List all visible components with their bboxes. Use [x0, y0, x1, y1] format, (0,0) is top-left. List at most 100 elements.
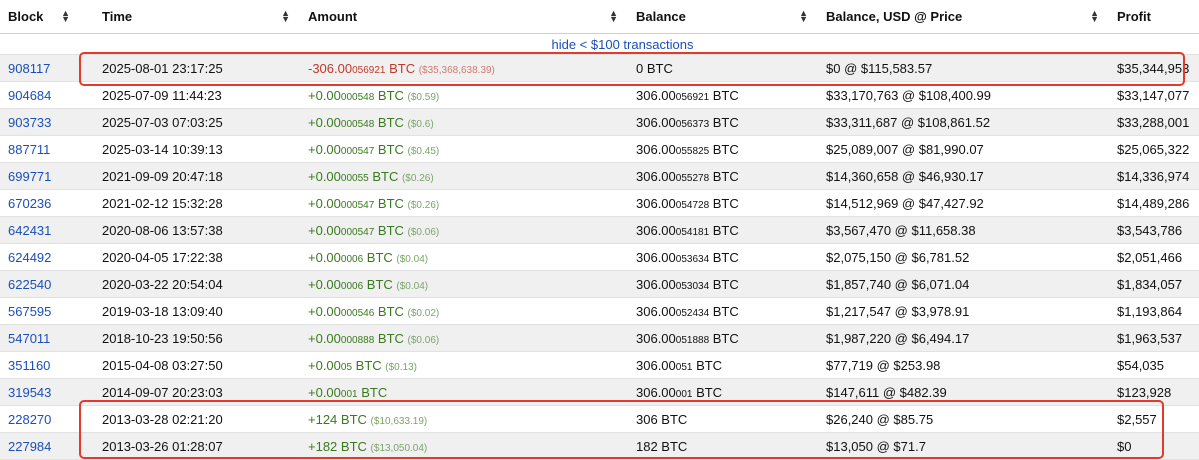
- header-time[interactable]: Time ▲ ▼: [80, 0, 300, 34]
- time-cell: 2014-09-07 20:23:03: [80, 378, 300, 406]
- header-time-label: Time: [102, 9, 133, 24]
- hide-small-transactions-link[interactable]: hide < $100 transactions: [551, 37, 693, 52]
- block-link[interactable]: 351160: [8, 358, 50, 373]
- profit-cell: $33,288,001: [1109, 108, 1199, 136]
- block-link[interactable]: 622540: [8, 277, 51, 292]
- balance-unit: BTC: [709, 195, 739, 211]
- balance-main: 306.00: [636, 249, 676, 265]
- amount-cell: +0.0000055 BTC ($0.26): [300, 162, 628, 190]
- amount-usd: ($0.13): [385, 361, 417, 373]
- block-link[interactable]: 699771: [8, 169, 51, 184]
- balance-usd-cell: $0 @ $115,583.57: [818, 54, 1109, 82]
- block-link[interactable]: 319543: [8, 385, 51, 400]
- profit-cell: $14,489,286: [1109, 189, 1199, 217]
- header-balance-usd-label: Balance, USD @ Price: [826, 9, 963, 24]
- header-profit[interactable]: Profit: [1109, 0, 1199, 34]
- amount-value: +0.0005 BTC: [308, 358, 382, 373]
- amount-value: -306.00056921 BTC: [308, 61, 415, 76]
- amount-value: +182 BTC: [308, 439, 367, 454]
- amount-cell: +0.00000546 BTC ($0.02): [300, 297, 628, 325]
- time-cell: 2025-08-01 23:17:25: [80, 54, 300, 82]
- balance-unit: BTC: [709, 87, 739, 103]
- balance-small: 053634: [675, 253, 710, 265]
- amount-main: -306.00: [308, 60, 353, 76]
- amount-value: +0.00000547 BTC: [308, 196, 404, 211]
- balance-usd-cell: $77,719 @ $253.98: [818, 351, 1109, 379]
- header-block[interactable]: Block ▲ ▼: [0, 0, 80, 34]
- header-balance-usd[interactable]: Balance, USD @ Price ▲ ▼: [818, 0, 1109, 34]
- time-cell: 2018-10-23 19:50:56: [80, 324, 300, 352]
- balance-main: 306 BTC: [636, 411, 688, 427]
- balance-main: 306.00: [636, 222, 676, 238]
- profit-cell: $0: [1109, 432, 1199, 460]
- sort-icon[interactable]: ▲ ▼: [281, 9, 290, 24]
- block-link[interactable]: 903733: [8, 115, 51, 130]
- amount-small: 0006: [340, 280, 364, 292]
- balance-usd-cell: $33,170,763 @ $108,400.99: [818, 81, 1109, 109]
- amount-value: +0.000006 BTC: [308, 277, 393, 292]
- block-link[interactable]: 624492: [8, 250, 51, 265]
- balance-cell: 0 BTC: [628, 54, 818, 82]
- amount-unit: BTC: [374, 114, 404, 130]
- sort-icon[interactable]: ▲ ▼: [799, 9, 808, 24]
- transactions-table: Block ▲ ▼ Time ▲ ▼ Amount ▲ ▼ Balance ▲ ▼ Ba…: [0, 0, 1199, 460]
- balance-main: 306.00: [636, 276, 676, 292]
- balance-cell: 306.00051888 BTC: [628, 324, 818, 352]
- amount-unit: BTC: [374, 87, 404, 103]
- balance-main: 306.00: [636, 384, 676, 400]
- block-link[interactable]: 908117: [8, 61, 50, 76]
- time-cell: 2021-09-09 20:47:18: [80, 162, 300, 190]
- block-link[interactable]: 642431: [8, 223, 51, 238]
- amount-unit: BTC: [374, 222, 404, 238]
- balance-cell: 306.00051 BTC: [628, 351, 818, 379]
- amount-cell: +0.000006 BTC ($0.04): [300, 243, 628, 271]
- time-cell: 2025-07-09 11:44:23: [80, 81, 300, 109]
- header-amount[interactable]: Amount ▲ ▼: [300, 0, 628, 34]
- profit-cell: $1,193,864: [1109, 297, 1199, 325]
- amount-unit: BTC: [352, 357, 382, 373]
- balance-unit: BTC: [709, 330, 739, 346]
- amount-value: +0.00000548 BTC: [308, 88, 404, 103]
- time-cell: 2020-04-05 17:22:38: [80, 243, 300, 271]
- header-balance[interactable]: Balance ▲ ▼: [628, 0, 818, 34]
- block-cell: 227984: [0, 432, 80, 460]
- hide-small-row: hide < $100 transactions: [0, 33, 1199, 55]
- profit-cell: $123,928: [1109, 378, 1199, 406]
- block-link[interactable]: 227984: [8, 439, 51, 454]
- profit-cell: $33,147,077: [1109, 81, 1199, 109]
- block-cell: 622540: [0, 270, 80, 298]
- amount-unit: BTC: [374, 195, 404, 211]
- profit-cell: $3,543,786: [1109, 216, 1199, 244]
- profit-cell: $1,963,537: [1109, 324, 1199, 352]
- sort-icon[interactable]: ▲ ▼: [1090, 9, 1099, 24]
- block-link[interactable]: 887711: [8, 142, 50, 157]
- amount-value: +0.00000547 BTC: [308, 223, 404, 238]
- time-cell: 2019-03-18 13:09:40: [80, 297, 300, 325]
- amount-value: +0.00000888 BTC: [308, 331, 404, 346]
- amount-value: +0.000006 BTC: [308, 250, 393, 265]
- table-row: 908117 2025-08-01 23:17:25 -306.00056921 B…: [0, 54, 1199, 82]
- amount-small: 001: [340, 388, 358, 400]
- block-cell: 319543: [0, 378, 80, 406]
- balance-usd-cell: $3,567,470 @ $11,658.38: [818, 216, 1109, 244]
- block-link[interactable]: 567595: [8, 304, 51, 319]
- amount-cell: +0.00000547 BTC ($0.45): [300, 135, 628, 163]
- block-cell: 547011: [0, 324, 80, 352]
- table-row: 642431 2020-08-06 13:57:38 +0.00000547 BTC…: [0, 216, 1199, 244]
- amount-usd: ($0.59): [407, 91, 440, 103]
- balance-usd-cell: $1,987,220 @ $6,494.17: [818, 324, 1109, 352]
- block-link[interactable]: 670236: [8, 196, 51, 211]
- sort-icon[interactable]: ▲ ▼: [61, 9, 70, 24]
- sort-icon[interactable]: ▲ ▼: [609, 9, 618, 24]
- block-cell: 567595: [0, 297, 80, 325]
- block-link[interactable]: 904684: [8, 88, 51, 103]
- profit-cell: $54,035: [1109, 351, 1199, 379]
- block-link[interactable]: 228270: [8, 412, 51, 427]
- balance-small: 055825: [675, 145, 710, 157]
- block-cell: 642431: [0, 216, 80, 244]
- amount-cell: +0.0005 BTC ($0.13): [300, 351, 628, 379]
- balance-unit: BTC: [709, 168, 739, 184]
- balance-main: 306.00: [636, 168, 676, 184]
- block-link[interactable]: 547011: [8, 331, 50, 346]
- amount-main: +0.00: [308, 222, 341, 238]
